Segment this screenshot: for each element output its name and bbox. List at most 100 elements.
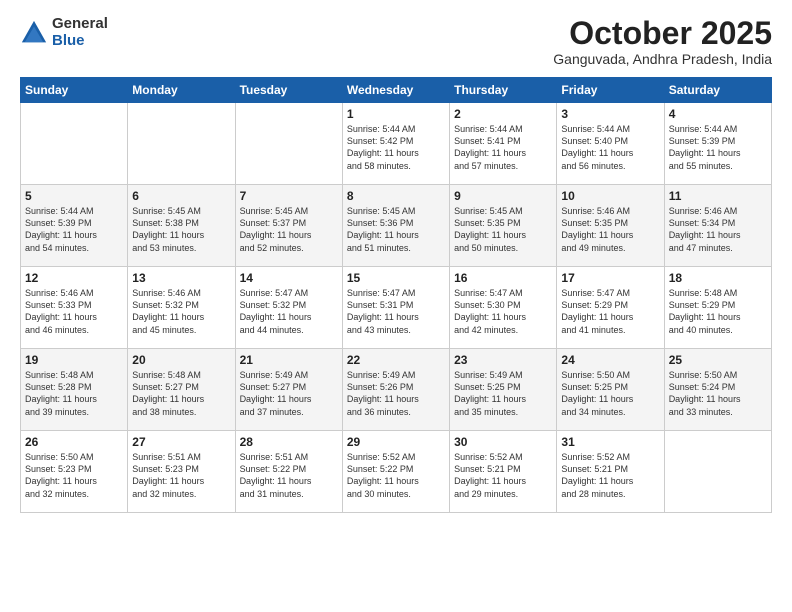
- day-number: 24: [561, 353, 659, 367]
- calendar-cell: 1 Sunrise: 5:44 AMSunset: 5:42 PMDaylight…: [342, 103, 449, 185]
- calendar-cell: 24 Sunrise: 5:50 AMSunset: 5:25 PMDayligh…: [557, 349, 664, 431]
- cell-content: Sunrise: 5:52 AMSunset: 5:21 PMDaylight:…: [561, 451, 659, 500]
- calendar-cell: 31 Sunrise: 5:52 AMSunset: 5:21 PMDayligh…: [557, 431, 664, 513]
- day-number: 25: [669, 353, 767, 367]
- calendar-cell: 20 Sunrise: 5:48 AMSunset: 5:27 PMDayligh…: [128, 349, 235, 431]
- cell-content: Sunrise: 5:51 AMSunset: 5:23 PMDaylight:…: [132, 451, 230, 500]
- location: Ganguvada, Andhra Pradesh, India: [553, 51, 772, 67]
- calendar-cell: 26Sunrise: 5:50 AMSunset: 5:23 PMDayligh…: [21, 431, 128, 513]
- weekday-header-saturday: Saturday: [664, 78, 771, 103]
- logo-general: General: [52, 15, 108, 32]
- week-row-4: 19Sunrise: 5:48 AMSunset: 5:28 PMDayligh…: [21, 349, 772, 431]
- calendar-cell: 18 Sunrise: 5:48 AMSunset: 5:29 PMDayligh…: [664, 267, 771, 349]
- day-number: 8: [347, 189, 445, 203]
- day-number: 1: [347, 107, 445, 121]
- calendar-cell: 27 Sunrise: 5:51 AMSunset: 5:23 PMDayligh…: [128, 431, 235, 513]
- cell-content: Sunrise: 5:49 AMSunset: 5:26 PMDaylight:…: [347, 369, 445, 418]
- day-number: 12: [25, 271, 123, 285]
- calendar-cell: 15 Sunrise: 5:47 AMSunset: 5:31 PMDayligh…: [342, 267, 449, 349]
- calendar-cell: 11 Sunrise: 5:46 AMSunset: 5:34 PMDayligh…: [664, 185, 771, 267]
- weekday-header-row: SundayMondayTuesdayWednesdayThursdayFrid…: [21, 78, 772, 103]
- title-block: October 2025 Ganguvada, Andhra Pradesh, …: [553, 16, 772, 67]
- day-number: 20: [132, 353, 230, 367]
- weekday-header-friday: Friday: [557, 78, 664, 103]
- day-number: 21: [240, 353, 338, 367]
- calendar-cell: 10 Sunrise: 5:46 AMSunset: 5:35 PMDayligh…: [557, 185, 664, 267]
- logo-text: General Blue: [52, 16, 108, 49]
- cell-content: Sunrise: 5:44 AMSunset: 5:39 PMDaylight:…: [25, 205, 123, 254]
- calendar-cell: 16Sunrise: 5:47 AMSunset: 5:30 PMDayligh…: [450, 267, 557, 349]
- cell-content: Sunrise: 5:51 AMSunset: 5:22 PMDaylight:…: [240, 451, 338, 500]
- calendar-cell: 4 Sunrise: 5:44 AMSunset: 5:39 PMDaylight…: [664, 103, 771, 185]
- weekday-header-thursday: Thursday: [450, 78, 557, 103]
- cell-content: Sunrise: 5:46 AMSunset: 5:32 PMDaylight:…: [132, 287, 230, 336]
- calendar-cell: 3Sunrise: 5:44 AMSunset: 5:40 PMDaylight…: [557, 103, 664, 185]
- day-number: 6: [132, 189, 230, 203]
- cell-content: Sunrise: 5:47 AMSunset: 5:32 PMDaylight:…: [240, 287, 338, 336]
- cell-content: Sunrise: 5:48 AMSunset: 5:27 PMDaylight:…: [132, 369, 230, 418]
- cell-content: Sunrise: 5:44 AMSunset: 5:42 PMDaylight:…: [347, 123, 445, 172]
- calendar-cell: 17Sunrise: 5:47 AMSunset: 5:29 PMDayligh…: [557, 267, 664, 349]
- calendar-cell: 7Sunrise: 5:45 AMSunset: 5:37 PMDaylight…: [235, 185, 342, 267]
- calendar-cell: 2 Sunrise: 5:44 AMSunset: 5:41 PMDaylight…: [450, 103, 557, 185]
- calendar-cell: 22 Sunrise: 5:49 AMSunset: 5:26 PMDayligh…: [342, 349, 449, 431]
- calendar-cell: [235, 103, 342, 185]
- logo-blue: Blue: [52, 32, 85, 49]
- calendar-cell: 28Sunrise: 5:51 AMSunset: 5:22 PMDayligh…: [235, 431, 342, 513]
- logo: General Blue: [20, 16, 108, 49]
- logo-icon: [20, 19, 48, 47]
- day-number: 4: [669, 107, 767, 121]
- calendar-cell: 21 Sunrise: 5:49 AMSunset: 5:27 PMDayligh…: [235, 349, 342, 431]
- day-number: 27: [132, 435, 230, 449]
- day-number: 30: [454, 435, 552, 449]
- calendar-cell: 30 Sunrise: 5:52 AMSunset: 5:21 PMDayligh…: [450, 431, 557, 513]
- day-number: 31: [561, 435, 659, 449]
- calendar-cell: 6 Sunrise: 5:45 AMSunset: 5:38 PMDaylight…: [128, 185, 235, 267]
- day-number: 16: [454, 271, 552, 285]
- day-number: 22: [347, 353, 445, 367]
- cell-content: Sunrise: 5:52 AMSunset: 5:21 PMDaylight:…: [454, 451, 552, 500]
- day-number: 19: [25, 353, 123, 367]
- weekday-header-monday: Monday: [128, 78, 235, 103]
- week-row-3: 12 Sunrise: 5:46 AMSunset: 5:33 PMDayligh…: [21, 267, 772, 349]
- cell-content: Sunrise: 5:46 AMSunset: 5:34 PMDaylight:…: [669, 205, 767, 254]
- cell-content: Sunrise: 5:46 AMSunset: 5:35 PMDaylight:…: [561, 205, 659, 254]
- day-number: 15: [347, 271, 445, 285]
- day-number: 11: [669, 189, 767, 203]
- cell-content: Sunrise: 5:47 AMSunset: 5:29 PMDaylight:…: [561, 287, 659, 336]
- weekday-header-sunday: Sunday: [21, 78, 128, 103]
- cell-content: Sunrise: 5:45 AMSunset: 5:35 PMDaylight:…: [454, 205, 552, 254]
- cell-content: Sunrise: 5:44 AMSunset: 5:41 PMDaylight:…: [454, 123, 552, 172]
- weekday-header-wednesday: Wednesday: [342, 78, 449, 103]
- cell-content: Sunrise: 5:49 AMSunset: 5:27 PMDaylight:…: [240, 369, 338, 418]
- calendar-cell: 8Sunrise: 5:45 AMSunset: 5:36 PMDaylight…: [342, 185, 449, 267]
- cell-content: Sunrise: 5:45 AMSunset: 5:38 PMDaylight:…: [132, 205, 230, 254]
- day-number: 23: [454, 353, 552, 367]
- calendar-cell: [664, 431, 771, 513]
- header: General Blue October 2025 Ganguvada, And…: [20, 16, 772, 67]
- week-row-5: 26Sunrise: 5:50 AMSunset: 5:23 PMDayligh…: [21, 431, 772, 513]
- calendar-cell: [128, 103, 235, 185]
- cell-content: Sunrise: 5:46 AMSunset: 5:33 PMDaylight:…: [25, 287, 123, 336]
- cell-content: Sunrise: 5:48 AMSunset: 5:29 PMDaylight:…: [669, 287, 767, 336]
- week-row-1: 1 Sunrise: 5:44 AMSunset: 5:42 PMDaylight…: [21, 103, 772, 185]
- day-number: 26: [25, 435, 123, 449]
- day-number: 29: [347, 435, 445, 449]
- month-title: October 2025: [553, 16, 772, 51]
- day-number: 7: [240, 189, 338, 203]
- cell-content: Sunrise: 5:44 AMSunset: 5:40 PMDaylight:…: [561, 123, 659, 172]
- day-number: 13: [132, 271, 230, 285]
- cell-content: Sunrise: 5:50 AMSunset: 5:24 PMDaylight:…: [669, 369, 767, 418]
- day-number: 10: [561, 189, 659, 203]
- calendar-cell: 25 Sunrise: 5:50 AMSunset: 5:24 PMDayligh…: [664, 349, 771, 431]
- cell-content: Sunrise: 5:47 AMSunset: 5:31 PMDaylight:…: [347, 287, 445, 336]
- calendar-cell: 29Sunrise: 5:52 AMSunset: 5:22 PMDayligh…: [342, 431, 449, 513]
- calendar-cell: 9Sunrise: 5:45 AMSunset: 5:35 PMDaylight…: [450, 185, 557, 267]
- calendar-cell: 13 Sunrise: 5:46 AMSunset: 5:32 PMDayligh…: [128, 267, 235, 349]
- week-row-2: 5Sunrise: 5:44 AMSunset: 5:39 PMDaylight…: [21, 185, 772, 267]
- day-number: 2: [454, 107, 552, 121]
- cell-content: Sunrise: 5:50 AMSunset: 5:25 PMDaylight:…: [561, 369, 659, 418]
- cell-content: Sunrise: 5:44 AMSunset: 5:39 PMDaylight:…: [669, 123, 767, 172]
- calendar-cell: 14Sunrise: 5:47 AMSunset: 5:32 PMDayligh…: [235, 267, 342, 349]
- day-number: 18: [669, 271, 767, 285]
